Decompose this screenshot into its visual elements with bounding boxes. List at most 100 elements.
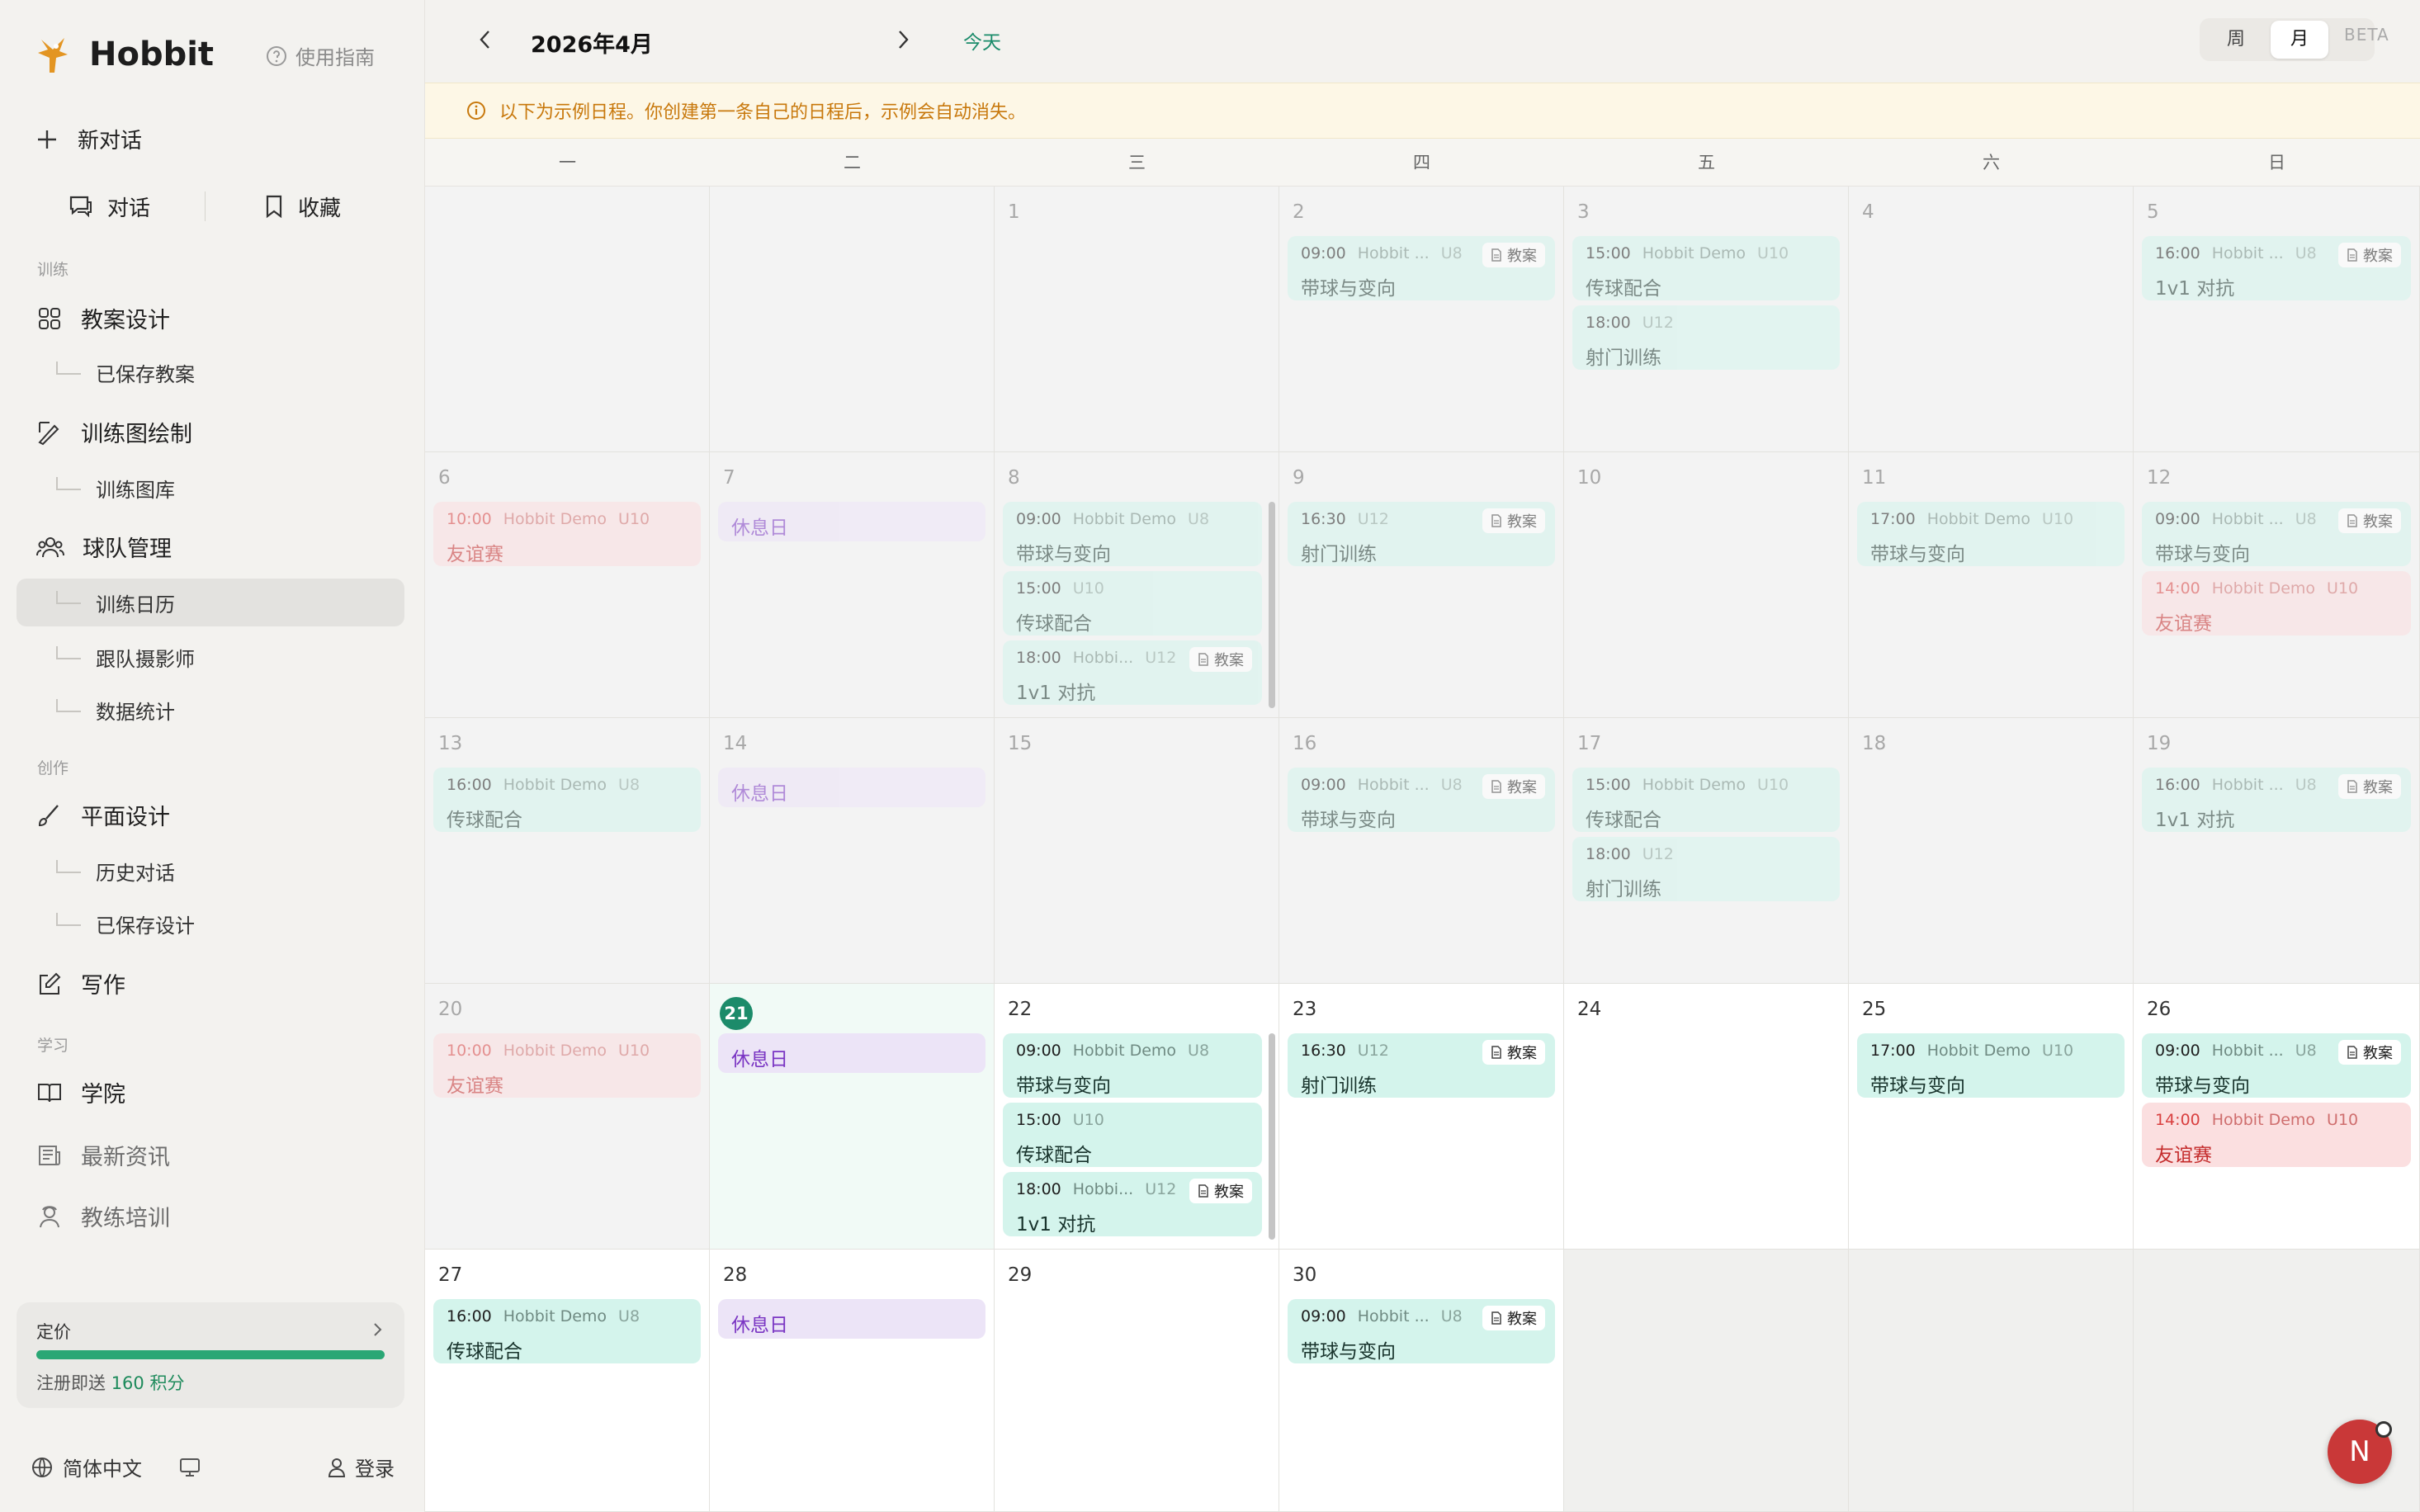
lesson-plan-badge[interactable]: 教案	[2338, 508, 2401, 533]
login-button[interactable]: 登录	[327, 1453, 395, 1481]
training-event[interactable]: 09:00 Hobbit ... U8 带球与变向 教案	[1288, 1299, 1555, 1363]
nav-saved-design[interactable]: 已保存设计	[56, 910, 195, 938]
prev-month-button[interactable]	[476, 28, 494, 51]
cell-scrollbar[interactable]	[1269, 1033, 1275, 1240]
training-event[interactable]: 15:00 Hobbit Demo U10 传球配合	[1572, 236, 1840, 300]
training-event[interactable]: 09:00 Hobbit Demo U8 带球与变向	[1003, 1033, 1262, 1098]
match-event[interactable]: 14:00 Hobbit Demo U10 友谊赛	[2142, 1103, 2411, 1167]
month-view-button[interactable]: 月	[2271, 21, 2328, 59]
training-event[interactable]: 16:00 Hobbit ... U8 1v1 对抗 教案	[2142, 236, 2411, 300]
lesson-plan-badge[interactable]: 教案	[1189, 1179, 1252, 1203]
lesson-plan-badge[interactable]: 教案	[1482, 243, 1545, 267]
lesson-plan-badge[interactable]: 教案	[1189, 647, 1252, 672]
favorites-tab[interactable]: 收藏	[263, 190, 341, 223]
nav-training-calendar[interactable]: 训练日历	[17, 579, 404, 626]
day-cell[interactable]: 23 16:30 U12 射门训练 教案	[1279, 984, 1564, 1250]
new-chat-button[interactable]: 新对话	[35, 124, 142, 154]
match-event[interactable]: 10:00 Hobbit Demo U10 友谊赛	[433, 1033, 701, 1098]
lesson-plan-badge[interactable]: 教案	[1482, 774, 1545, 799]
day-cell[interactable]: 7 休息日	[710, 452, 995, 718]
lesson-plan-badge[interactable]: 教案	[2338, 774, 2401, 799]
training-event[interactable]: 16:30 U12 射门训练 教案	[1288, 502, 1555, 566]
lesson-plan-badge[interactable]: 教案	[1482, 1040, 1545, 1065]
nav-graphic-design[interactable]: 平面设计	[36, 799, 170, 831]
training-event[interactable]: 18:00 U12 射门训练	[1572, 305, 1840, 370]
day-cell[interactable]: 25 17:00 Hobbit Demo U10 带球与变向	[1849, 984, 2134, 1250]
nav-diagram-library[interactable]: 训练图库	[56, 474, 175, 503]
rest-day-event[interactable]: 休息日	[718, 768, 985, 807]
day-cell[interactable]: 6 10:00 Hobbit Demo U10 友谊赛	[425, 452, 710, 718]
lesson-plan-badge[interactable]: 教案	[1482, 1306, 1545, 1330]
brand[interactable]: Hobbit	[31, 33, 214, 76]
day-cell[interactable]: 27 16:00 Hobbit Demo U8 传球配合	[425, 1250, 710, 1512]
nav-team-management[interactable]: 球队管理	[36, 531, 172, 563]
day-cell[interactable]: 22 09:00 Hobbit Demo U8 带球与变向 15:00 U10 传球配合 18:…	[995, 984, 1279, 1250]
pricing-card[interactable]: 定价 注册即送 160 积分	[17, 1302, 404, 1408]
day-cell[interactable]: 1	[995, 187, 1279, 452]
nav-photographer[interactable]: 跟队摄影师	[56, 643, 195, 672]
day-cell[interactable]: 19 16:00 Hobbit ... U8 1v1 对抗 教案	[2134, 718, 2420, 984]
training-event[interactable]: 09:00 Hobbit ... U8 带球与变向 教案	[1288, 768, 1555, 832]
day-cell[interactable]: 11 17:00 Hobbit Demo U10 带球与变向	[1849, 452, 2134, 718]
day-cell[interactable]: 13 16:00 Hobbit Demo U8 传球配合	[425, 718, 710, 984]
training-event[interactable]: 16:00 Hobbit ... U8 1v1 对抗 教案	[2142, 768, 2411, 832]
day-cell[interactable]: 14 休息日	[710, 718, 995, 984]
training-event[interactable]: 15:00 Hobbit Demo U10 传球配合	[1572, 768, 1840, 832]
training-event[interactable]: 16:30 U12 射门训练 教案	[1288, 1033, 1555, 1098]
day-cell[interactable]: 17 15:00 Hobbit Demo U10 传球配合 18:00 U12 射门训练	[1564, 718, 1849, 984]
training-event[interactable]: 17:00 Hobbit Demo U10 带球与变向	[1857, 502, 2125, 566]
training-event[interactable]: 09:00 Hobbit ... U8 带球与变向 教案	[2142, 502, 2411, 566]
nav-history-chat[interactable]: 历史对话	[56, 857, 175, 886]
day-cell[interactable]: 30 09:00 Hobbit ... U8 带球与变向 教案	[1279, 1250, 1564, 1512]
nav-statistics[interactable]: 数据统计	[56, 696, 175, 725]
training-event[interactable]: 18:00 Hobbi... U12 1v1 对抗 教案	[1003, 1172, 1262, 1236]
day-cell[interactable]: 5 16:00 Hobbit ... U8 1v1 对抗 教案	[2134, 187, 2420, 452]
nav-diagram-draw[interactable]: 训练图绘制	[36, 416, 192, 448]
rest-day-event[interactable]: 休息日	[718, 502, 985, 541]
day-cell[interactable]: 4	[1849, 187, 2134, 452]
day-cell[interactable]: 18	[1849, 718, 2134, 984]
training-event[interactable]: 15:00 U10 传球配合	[1003, 1103, 1262, 1167]
chat-tab[interactable]: 对话	[68, 190, 150, 223]
match-event[interactable]: 14:00 Hobbit Demo U10 友谊赛	[2142, 571, 2411, 636]
training-event[interactable]: 09:00 Hobbit ... U8 带球与变向 教案	[2142, 1033, 2411, 1098]
day-cell[interactable]	[1564, 1250, 1849, 1512]
lesson-plan-badge[interactable]: 教案	[2338, 1040, 2401, 1065]
nav-academy[interactable]: 学院	[36, 1076, 125, 1108]
cell-scrollbar[interactable]	[1269, 502, 1275, 708]
day-cell[interactable]: 29	[995, 1250, 1279, 1512]
day-cell[interactable]: 15	[995, 718, 1279, 984]
nav-saved-lessons[interactable]: 已保存教案	[56, 358, 195, 387]
day-cell[interactable]	[425, 187, 710, 452]
training-event[interactable]: 15:00 U10 传球配合	[1003, 571, 1262, 636]
day-cell[interactable]: 12 09:00 Hobbit ... U8 带球与变向 教案 14:00 Hobbit De…	[2134, 452, 2420, 718]
nav-lesson-design[interactable]: 教案设计	[36, 302, 170, 334]
rest-day-event[interactable]: 休息日	[718, 1033, 985, 1073]
lesson-plan-badge[interactable]: 教案	[2338, 243, 2401, 267]
day-cell[interactable]: 10	[1564, 452, 1849, 718]
nav-coach-training[interactable]: 教练培训	[36, 1200, 170, 1232]
day-cell[interactable]: 21 休息日	[710, 984, 995, 1250]
day-cell[interactable]: 2 09:00 Hobbit ... U8 带球与变向 教案	[1279, 187, 1564, 452]
training-event[interactable]: 09:00 Hobbit Demo U8 带球与变向	[1003, 502, 1262, 566]
day-cell[interactable]	[710, 187, 995, 452]
day-cell[interactable]: 9 16:30 U12 射门训练 教案	[1279, 452, 1564, 718]
day-cell[interactable]: 26 09:00 Hobbit ... U8 带球与变向 教案 14:00 Hobbit De…	[2134, 984, 2420, 1250]
day-cell[interactable]: 28 休息日	[710, 1250, 995, 1512]
training-event[interactable]: 18:00 U12 射门训练	[1572, 837, 1840, 901]
today-button[interactable]: 今天	[963, 26, 1001, 54]
day-cell[interactable]: 24	[1564, 984, 1849, 1250]
next-month-button[interactable]	[894, 28, 912, 51]
day-cell[interactable]: 3 15:00 Hobbit Demo U10 传球配合 18:00 U12 射门训练	[1564, 187, 1849, 452]
language-selector[interactable]: 简体中文	[63, 1453, 142, 1481]
week-view-button[interactable]: 周	[2211, 23, 2261, 56]
match-event[interactable]: 10:00 Hobbit Demo U10 友谊赛	[433, 502, 701, 566]
day-cell[interactable]: 20 10:00 Hobbit Demo U10 友谊赛	[425, 984, 710, 1250]
training-event[interactable]: 17:00 Hobbit Demo U10 带球与变向	[1857, 1033, 2125, 1098]
nav-news[interactable]: 最新资讯	[36, 1139, 170, 1171]
monitor-icon[interactable]	[178, 1457, 201, 1478]
rest-day-event[interactable]: 休息日	[718, 1299, 985, 1339]
training-event[interactable]: 16:00 Hobbit Demo U8 传球配合	[433, 1299, 701, 1363]
guide-link[interactable]: 使用指南	[266, 41, 375, 70]
training-event[interactable]: 18:00 Hobbi... U12 1v1 对抗 教案	[1003, 640, 1262, 705]
